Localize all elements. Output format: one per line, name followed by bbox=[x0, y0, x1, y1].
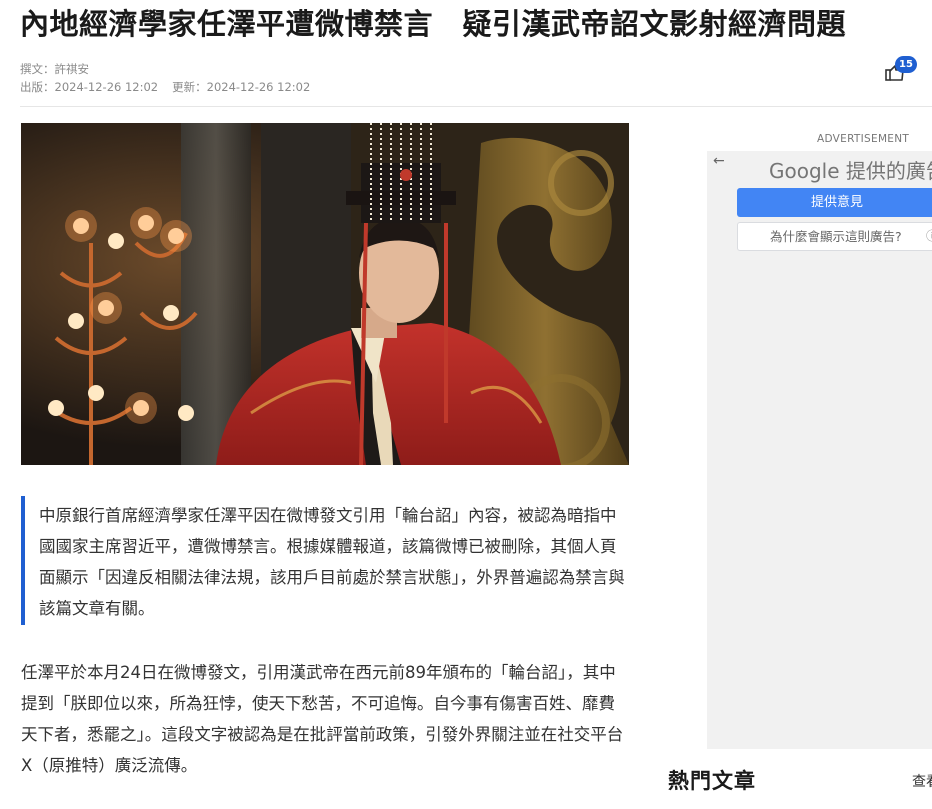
published-line: 出版：2024-12-26 12:02 bbox=[20, 80, 159, 94]
why-this-ad-label: 為什麼會顯示這則廣告? bbox=[770, 229, 902, 244]
article-headline: 內地經濟學家任澤平遭微博禁言 疑引漢武帝詔文影射經濟問題 bbox=[20, 7, 847, 41]
hot-articles-title: 熱門文章 bbox=[668, 769, 756, 793]
article-lead: 中原銀行首席經濟學家任澤平因在微博發文引用「輪台詔」內容，被認為暗指中國國家主席… bbox=[21, 496, 629, 625]
article-meta: 撰文：許祺安 出版：2024-12-26 12:02 更新：2024-12-26 … bbox=[20, 60, 310, 96]
article-paragraph: 任澤平於本月24日在微博發文，引用漢武帝在西元前89年頒布的「輪台詔」，其中提到… bbox=[21, 663, 624, 775]
header-divider bbox=[20, 106, 932, 107]
info-icon: ⓘ bbox=[926, 223, 932, 250]
ad-panel: ← Google 提供的廣告 提供意見 為什麼會顯示這則廣告? ⓘ bbox=[707, 151, 932, 749]
hero-image[interactable] bbox=[21, 123, 629, 465]
advertisement-label: ADVERTISEMENT bbox=[817, 133, 910, 145]
hero-photo bbox=[21, 123, 629, 465]
share-button[interactable]: 15 bbox=[884, 56, 918, 90]
author-line: 撰文：許祺安 bbox=[20, 62, 89, 76]
why-this-ad-button[interactable]: 為什麼會顯示這則廣告? ⓘ bbox=[737, 222, 932, 251]
feedback-button[interactable]: 提供意見 bbox=[737, 188, 932, 217]
ad-provider-text: Google 提供的廣告 bbox=[769, 159, 932, 183]
back-arrow-icon[interactable]: ← bbox=[713, 153, 725, 169]
hot-articles-more-link[interactable]: 查看 bbox=[912, 771, 932, 791]
updated-line: 更新：2024-12-26 12:02 bbox=[172, 80, 311, 94]
share-count-badge: 15 bbox=[895, 56, 917, 73]
